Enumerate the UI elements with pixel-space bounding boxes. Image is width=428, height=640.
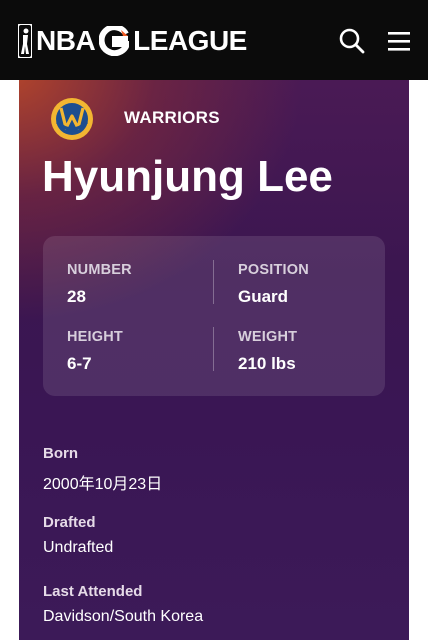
- stat-divider: [213, 260, 214, 304]
- info-label: Born: [43, 445, 78, 462]
- stat-value: Guard: [238, 287, 289, 306]
- stat-number: NUMBER 28: [67, 262, 207, 307]
- stat-height: HEIGHT 6-7: [67, 329, 207, 374]
- stat-weight: WEIGHT 210 lbs: [238, 329, 378, 374]
- stat-label: WEIGHT: [238, 329, 298, 345]
- stat-label: POSITION: [238, 262, 309, 278]
- info-drafted: Drafted Undrafted: [43, 514, 113, 557]
- top-navigation-bar: NBA LEAGUE: [0, 0, 428, 80]
- info-value: 2000年10月23日: [43, 476, 163, 493]
- info-label: Last Attended: [43, 583, 143, 600]
- player-name: Hyunjung Lee: [42, 152, 333, 201]
- search-icon: [339, 28, 365, 54]
- stat-position: POSITION Guard: [238, 262, 378, 307]
- info-last-attended: Last Attended Davidson/South Korea: [43, 583, 203, 626]
- info-value: Undrafted: [43, 539, 114, 556]
- stat-label: HEIGHT: [67, 329, 123, 345]
- player-profile-card: WARRIORS Hyunjung Lee NUMBER 28 POSITION…: [19, 80, 409, 640]
- hamburger-menu-icon: [388, 32, 410, 51]
- g-league-g-icon: [99, 26, 130, 56]
- stat-value: 210 lbs: [238, 354, 296, 373]
- nba-logoman-icon: [18, 24, 32, 58]
- logo-text-league: LEAGUE: [133, 25, 247, 56]
- stat-label: NUMBER: [67, 262, 132, 278]
- logo-text-nba: NBA: [36, 25, 96, 56]
- player-stats-panel: NUMBER 28 POSITION Guard HEIGHT 6-7 WEIG…: [43, 236, 385, 396]
- info-label: Drafted: [43, 514, 96, 531]
- search-button[interactable]: [337, 26, 367, 56]
- team-name[interactable]: WARRIORS: [124, 108, 220, 128]
- stat-value: 6-7: [67, 354, 92, 373]
- santa-cruz-warriors-logo-icon[interactable]: [49, 96, 95, 142]
- stat-value: 28: [67, 287, 86, 306]
- info-born: Born 2000年10月23日: [43, 445, 162, 494]
- info-value: Davidson/South Korea: [43, 608, 204, 625]
- nba-g-league-logo[interactable]: NBA LEAGUE: [18, 23, 247, 59]
- stat-divider: [213, 327, 214, 371]
- menu-button[interactable]: [386, 26, 416, 56]
